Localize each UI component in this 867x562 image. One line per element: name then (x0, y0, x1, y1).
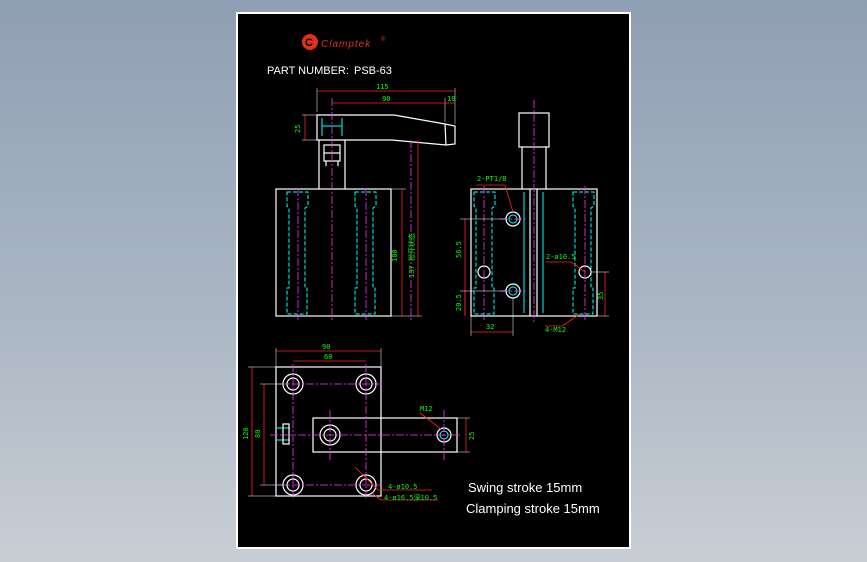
logo-reg: ® (381, 36, 386, 43)
dim-100: 100 (391, 249, 399, 262)
dim-115: 115 (376, 83, 389, 91)
dim-20-5: 20.5 (455, 294, 463, 311)
dim-90-top: 90 (322, 343, 330, 351)
dim-10: 10 (447, 95, 455, 103)
top-view: 90 60 120 80 M12 25 4-ø10.5 4-ø16.5深10.5 (242, 343, 476, 502)
dim-4-m12: 4-M12 (545, 326, 566, 334)
clamptek-logo: C Clamptek ® (302, 34, 386, 50)
clamping-stroke-note: Clamping stroke 15mm (466, 501, 600, 516)
side-view: 2-PT1/8 56.5 20.5 32 2-ø10.5 4-M12 35 (455, 100, 609, 336)
dim-25-front: 25 (294, 125, 302, 133)
dim-m12: M12 (420, 405, 433, 413)
dim-137: 137 松开状态 (407, 233, 416, 278)
dim-2-phi10-5: 2-ø10.5 (546, 253, 576, 261)
dim-80: 80 (254, 430, 262, 438)
dim-120: 120 (242, 427, 250, 440)
dim-4-phi10-5: 4-ø10.5 (388, 483, 418, 491)
part-number: PSB-63 (354, 65, 392, 77)
front-view: 115 90 10 25 100 137 松开状态 (275, 83, 456, 322)
logo-letter: C (305, 37, 313, 49)
dim-2-pt18: 2-PT1/8 (477, 175, 507, 183)
dim-90-front: 90 (382, 95, 390, 103)
dim-35: 35 (597, 292, 605, 300)
logo-name: Clamptek (321, 39, 371, 50)
dim-25-top: 25 (468, 432, 476, 440)
cad-drawing: C Clamptek ® PART NUMBER: PSB-63 115 90 … (242, 34, 609, 516)
dim-56-5: 56.5 (455, 241, 463, 258)
part-number-label: PART NUMBER: (267, 65, 349, 77)
swing-stroke-note: Swing stroke 15mm (468, 480, 582, 495)
dim-32: 32 (486, 323, 494, 331)
dim-4-phi16-5: 4-ø16.5深10.5 (384, 493, 437, 502)
dim-60-top: 60 (324, 353, 332, 361)
